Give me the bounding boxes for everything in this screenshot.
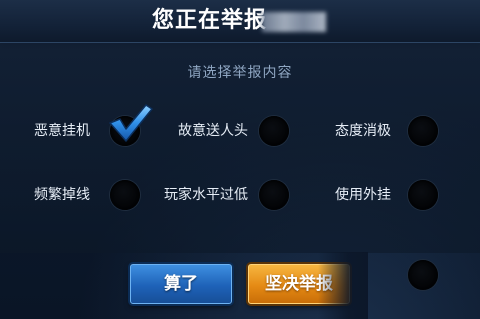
option-radio-negative-attitude[interactable] <box>408 116 438 146</box>
option-label-afk[interactable]: 恶意挂机 <box>34 122 90 140</box>
option-label-low-skill[interactable]: 玩家水平过低 <box>164 186 248 204</box>
confirm-report-button[interactable]: 坚决举报 <box>248 264 350 304</box>
option-label-cheating[interactable]: 使用外挂 <box>335 186 391 204</box>
option-label-feeding[interactable]: 故意送人头 <box>178 122 248 140</box>
reported-player-name-blurred <box>262 12 326 32</box>
option-label-negative-attitude[interactable]: 态度消极 <box>335 122 391 140</box>
extra-radio[interactable] <box>408 260 438 290</box>
report-dialog: 您正在举报 请选择举报内容 恶意挂机 故意送人头 态度消极 频繁掉线 玩家水平过… <box>0 0 480 319</box>
option-radio-disconnect[interactable] <box>110 180 140 210</box>
option-radio-cheating[interactable] <box>408 180 438 210</box>
dialog-title: 您正在举报 <box>152 8 268 33</box>
option-radio-low-skill[interactable] <box>259 180 289 210</box>
option-radio-feeding[interactable] <box>259 116 289 146</box>
checkmark-icon <box>109 104 153 142</box>
cancel-button[interactable]: 算了 <box>130 264 232 304</box>
dialog-subtitle: 请选择举报内容 <box>187 65 293 81</box>
option-label-disconnect[interactable]: 频繁掉线 <box>34 186 90 204</box>
